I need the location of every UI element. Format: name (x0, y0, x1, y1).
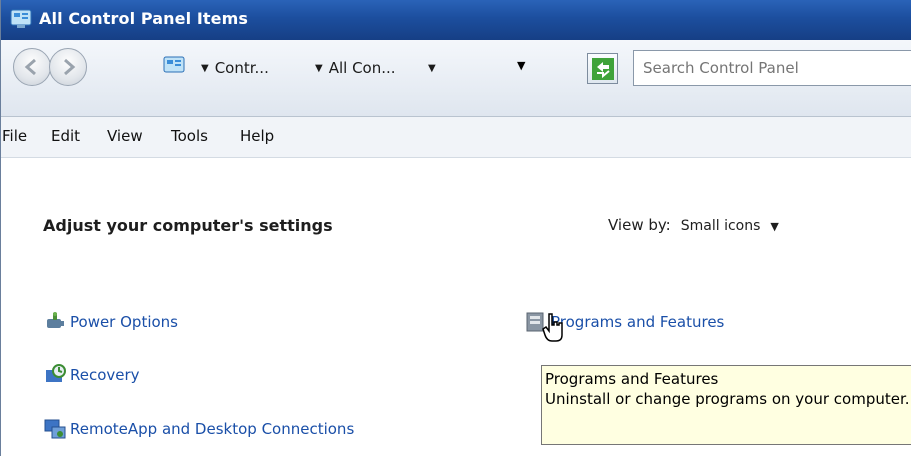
recovery-icon (44, 364, 66, 386)
hand-cursor-icon (542, 313, 563, 342)
chevron-down-icon: ▼ (201, 63, 209, 74)
menu-view[interactable]: View (107, 127, 143, 145)
address-toolbar: ▼ Contr... ▼ All Con... ▼ ▼ (1, 40, 911, 117)
refresh-icon (592, 58, 614, 80)
breadcrumb-item[interactable]: ▼ All Con... (315, 59, 396, 77)
tooltip-description: Uninstall or change programs on your com… (545, 390, 910, 408)
view-by-value[interactable]: Small icons (681, 218, 761, 234)
content-area: Adjust your computer's settings View by:… (1, 158, 911, 456)
breadcrumb-item[interactable]: ▼ Contr... (201, 59, 269, 77)
menu-tools[interactable]: Tools (171, 127, 208, 145)
tooltip: Programs and Features Uninstall or chang… (541, 365, 911, 445)
view-by-control[interactable]: View by: Small icons ▼ (608, 216, 779, 234)
remote-desktop-icon (44, 418, 66, 440)
menu-help[interactable]: Help (240, 127, 274, 145)
back-button[interactable] (13, 48, 51, 86)
power-options-icon (44, 311, 66, 333)
chevron-down-icon: ▼ (315, 63, 323, 74)
control-panel-icon (10, 9, 32, 29)
item-label[interactable]: RemoteApp and Desktop Connections (70, 420, 354, 438)
window-title: All Control Panel Items (39, 9, 248, 28)
item-label[interactable]: Recovery (70, 366, 140, 384)
refresh-button[interactable] (587, 53, 618, 84)
search-input[interactable] (643, 53, 883, 83)
control-panel-icon (163, 56, 185, 80)
search-box[interactable] (633, 50, 911, 86)
arrow-right-icon (64, 58, 76, 76)
menu-bar: File Edit View Tools Help (1, 117, 911, 158)
menu-edit[interactable]: Edit (51, 127, 80, 145)
breadcrumb-dropdown[interactable]: ▼ (428, 59, 442, 77)
item-label[interactable]: Programs and Features (551, 313, 724, 331)
chevron-down-icon[interactable]: ▼ (770, 220, 778, 233)
control-panel-window: All Control Panel Items ▼ Contr... ▼ All… (0, 0, 911, 456)
page-heading: Adjust your computer's settings (43, 216, 333, 235)
title-bar: All Control Panel Items (1, 0, 911, 40)
tooltip-title: Programs and Features (545, 370, 719, 388)
address-history-button[interactable]: ▼ (517, 59, 525, 72)
forward-button[interactable] (49, 48, 87, 86)
menu-file[interactable]: File (2, 127, 27, 145)
view-by-label: View by: (608, 216, 671, 234)
item-label[interactable]: Power Options (70, 313, 178, 331)
chevron-down-icon: ▼ (428, 63, 436, 74)
arrow-left-icon (24, 58, 36, 76)
address-bar[interactable]: ▼ Contr... ▼ All Con... ▼ ▼ (157, 53, 629, 83)
